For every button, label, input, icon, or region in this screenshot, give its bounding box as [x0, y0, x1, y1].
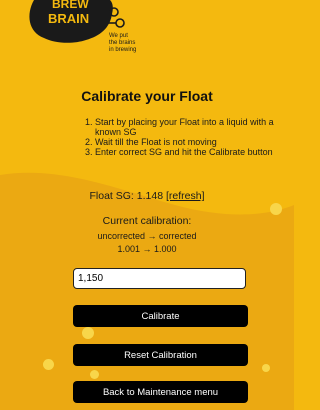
reset-calibration-button[interactable]: Reset Calibration	[73, 344, 248, 366]
instruction-step: Wait till the Float is not moving	[95, 137, 275, 147]
brew-brain-logo: BREW BRAIN	[29, 0, 125, 43]
instruction-step: Start by placing your Float into a liqui…	[95, 117, 275, 137]
instruction-step: Enter correct SG and hit the Calibrate b…	[95, 147, 275, 157]
instruction-list: Start by placing your Float into a liqui…	[84, 117, 275, 157]
tagline-line: in brewing	[109, 47, 137, 53]
logo-text-top: BREW	[52, 0, 89, 11]
decor-dot	[82, 327, 94, 339]
calibration-values: 1.001 → 1.000	[117, 244, 177, 254]
decor-dot	[90, 370, 99, 379]
back-to-maintenance-button[interactable]: Back to Maintenance menu	[73, 381, 248, 403]
sg-input[interactable]	[73, 268, 246, 289]
tagline-line: We put	[109, 33, 128, 39]
logo-tagline: We put the brains in brewing	[109, 33, 136, 54]
calibration-columns: uncorrected → corrected	[97, 231, 197, 241]
tagline-line: the brains	[109, 40, 136, 46]
page-title: Calibrate your Float	[81, 88, 213, 104]
refresh-link[interactable]: [refresh]	[166, 190, 205, 202]
logo-text-bottom: BRAIN	[48, 11, 89, 26]
current-calibration-heading: Current calibration:	[102, 215, 192, 227]
calibrate-button[interactable]: Calibrate	[73, 305, 248, 327]
decor-dot	[43, 359, 54, 370]
decor-dot	[270, 203, 282, 215]
float-sg-readout: Float SG: 1.148 [refresh]	[0, 190, 294, 202]
decor-dot	[262, 364, 270, 372]
float-sg-label: Float SG: 1.148	[89, 190, 164, 202]
